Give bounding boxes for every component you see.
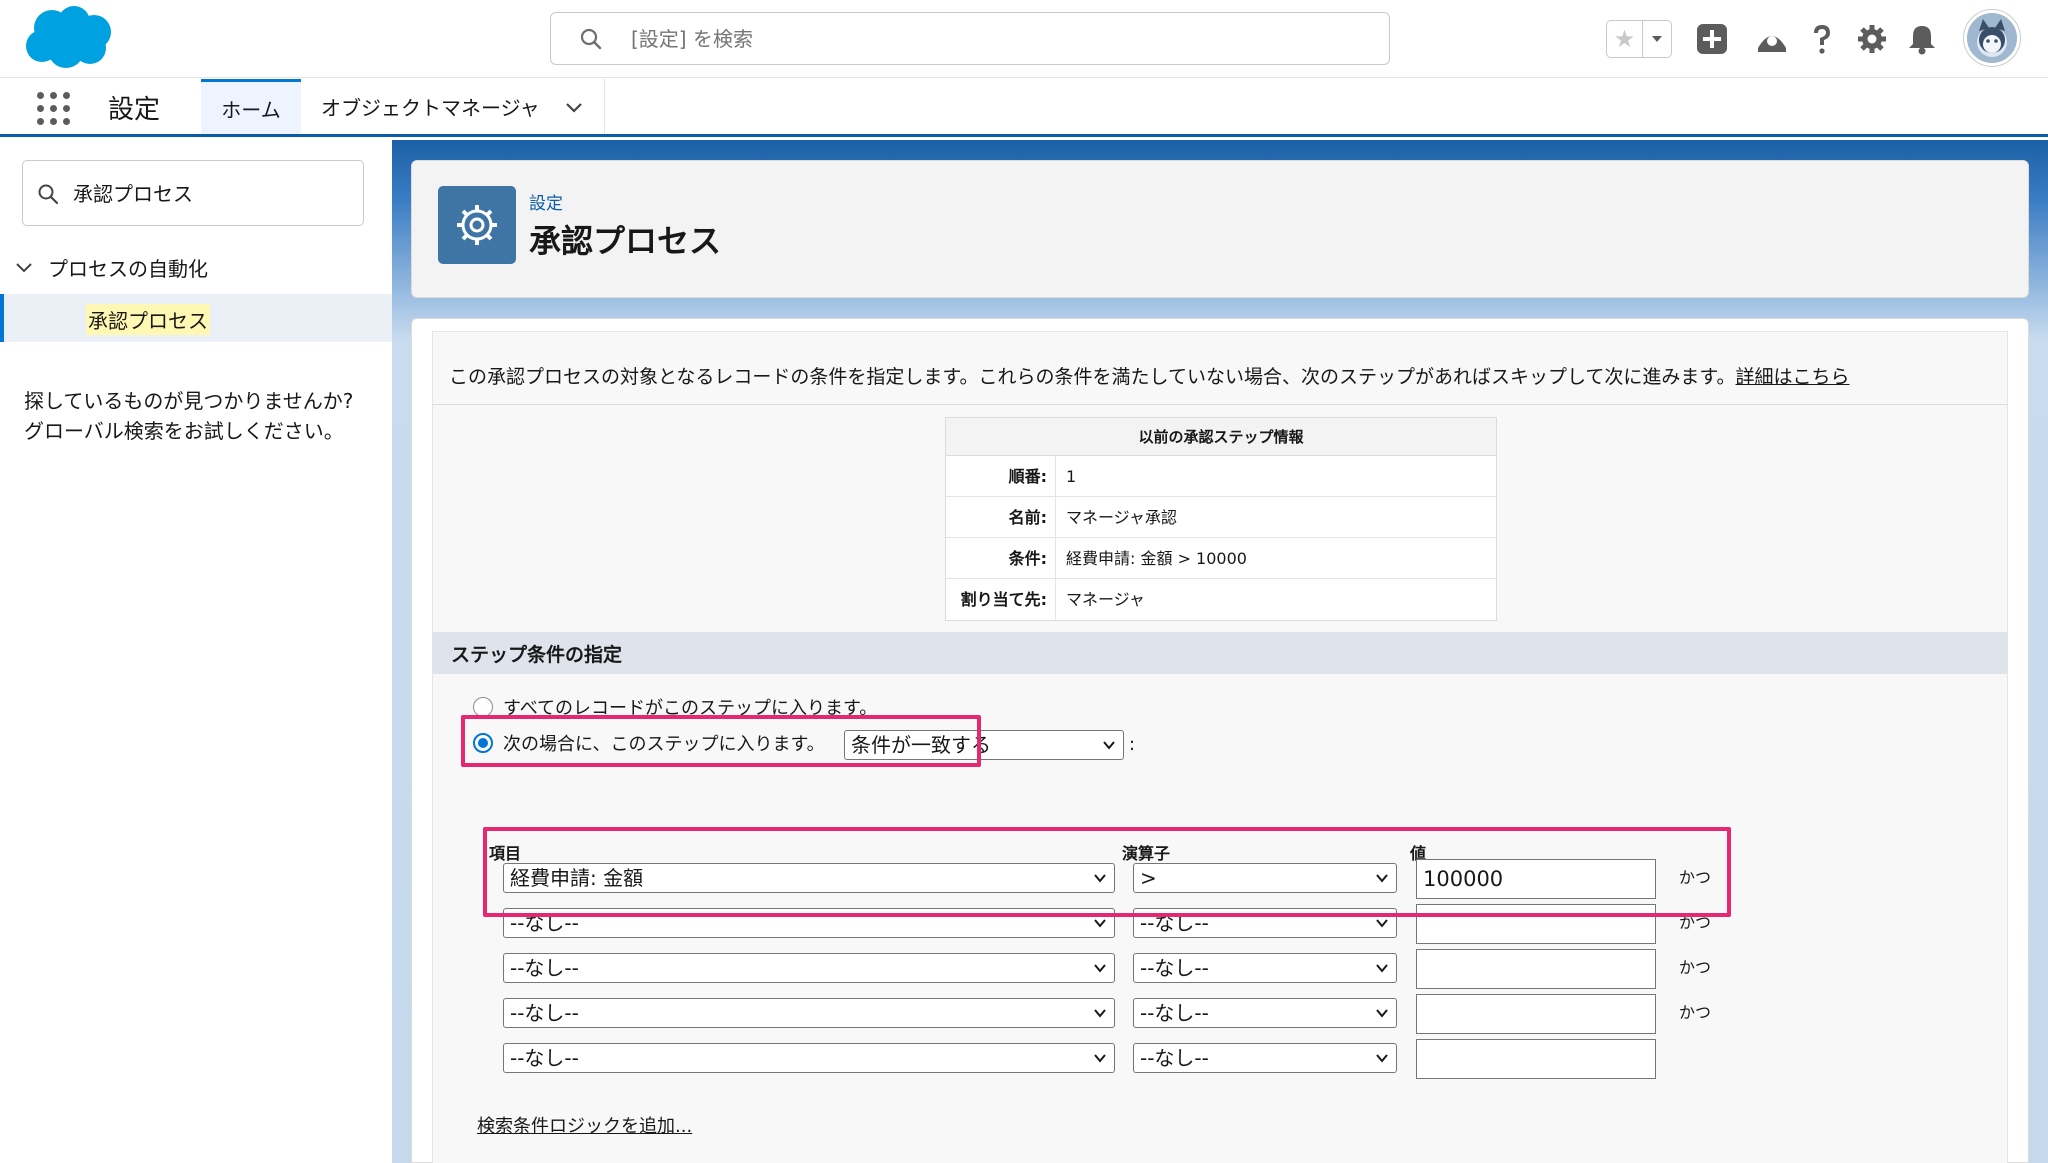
help-line-2: グローバル検索をお試しください。 xyxy=(24,419,344,443)
global-header: ★ xyxy=(0,0,2048,78)
table-row: 名前: マネージャ承認 xyxy=(946,497,1496,538)
row-label: 条件: xyxy=(946,538,1056,578)
content-panel: この承認プロセスの対象となるレコードの条件を指定します。これらの条件を満たしてい… xyxy=(411,318,2029,1163)
details-link[interactable]: 詳細はこちら xyxy=(1736,366,1850,388)
row-value: 1 xyxy=(1066,467,1077,486)
chevron-down-icon xyxy=(1103,741,1115,750)
quick-find[interactable] xyxy=(22,160,364,226)
help-line-1: 探しているものが見つかりませんか? xyxy=(24,389,354,413)
select-value: --なし-- xyxy=(510,956,579,980)
criteria-value-input[interactable] xyxy=(1416,994,1656,1034)
sidebar-help-text: 探しているものが見つかりませんか? グローバル検索をお試しください。 xyxy=(24,386,374,446)
plus-icon xyxy=(1697,24,1727,54)
criteria-field-select[interactable]: --なし-- xyxy=(503,953,1115,983)
favorites-group: ★ xyxy=(1606,20,1672,58)
chevron-down-icon xyxy=(1094,919,1106,928)
trailhead-button[interactable] xyxy=(1754,21,1790,57)
notifications-button[interactable] xyxy=(1904,21,1940,57)
star-icon[interactable]: ★ xyxy=(1607,21,1643,57)
add-filter-logic-link[interactable]: 検索条件ロジックを追加... xyxy=(477,1112,692,1138)
global-search-input[interactable] xyxy=(631,21,1331,57)
criteria-field-select[interactable]: --なし-- xyxy=(503,1043,1115,1073)
setup-gear-icon xyxy=(438,186,516,264)
tree-group-label: プロセスの自動化 xyxy=(48,256,208,281)
setup-button[interactable] xyxy=(1854,21,1890,57)
breadcrumb[interactable]: 設定 xyxy=(529,189,563,214)
sidebar-item-approval-processes[interactable]: 承認プロセス xyxy=(0,294,392,342)
criteria-value-input[interactable] xyxy=(1416,949,1656,989)
table-row: 割り当て先: マネージャ xyxy=(946,579,1496,620)
previous-step-title: 以前の承認ステップ情報 xyxy=(946,418,1496,456)
avatar-icon xyxy=(1977,19,2007,57)
tree-group-process-automation[interactable]: プロセスの自動化 xyxy=(14,252,208,282)
app-launcher-icon[interactable] xyxy=(36,91,72,127)
bell-icon xyxy=(1909,26,1935,55)
chevron-down-icon xyxy=(1376,1054,1388,1063)
highlight-box-criteria xyxy=(483,827,1731,917)
condition-colon: : xyxy=(1129,734,1136,755)
section-header: ステップ条件の指定 xyxy=(433,632,2007,674)
trailhead-icon xyxy=(1758,36,1786,52)
gear-icon xyxy=(1858,25,1886,53)
radio-button[interactable] xyxy=(473,697,493,717)
divider xyxy=(433,404,2007,405)
tab-home[interactable]: ホーム xyxy=(201,79,301,134)
chevron-down-icon xyxy=(1094,1009,1106,1018)
row-value: マネージャ xyxy=(1066,590,1145,609)
chevron-down-icon xyxy=(1376,1009,1388,1018)
description-text: この承認プロセスの対象となるレコードの条件を指定します。これらの条件を満たしてい… xyxy=(449,366,1736,388)
app-nav-bar: 設定 ホーム オブジェクトマネージャ xyxy=(0,79,2048,137)
table-row: 条件: 経費申請: 金額 > 10000 xyxy=(946,538,1496,579)
chevron-down-icon xyxy=(1094,964,1106,973)
row-label: 割り当て先: xyxy=(946,579,1056,620)
criteria-operator-select[interactable]: --なし-- xyxy=(1133,998,1397,1028)
criteria-operator-select[interactable]: --なし-- xyxy=(1133,953,1397,983)
select-value: --なし-- xyxy=(1140,956,1209,980)
help-button[interactable] xyxy=(1804,21,1840,57)
chevron-down-icon xyxy=(1094,1054,1106,1063)
setup-sidebar: プロセスの自動化 承認プロセス 探しているものが見つかりませんか? グローバル検… xyxy=(0,140,392,1163)
criteria-value-input[interactable] xyxy=(1416,1039,1656,1079)
select-value: --なし-- xyxy=(510,1046,579,1070)
avatar[interactable] xyxy=(1964,10,2020,66)
section-title: ステップ条件の指定 xyxy=(451,644,623,666)
chevron-down-icon xyxy=(16,263,32,273)
salesforce-logo[interactable] xyxy=(22,4,118,74)
highlight-box-condition xyxy=(461,715,981,767)
criteria-operator-select[interactable]: --なし-- xyxy=(1133,1043,1397,1073)
global-search[interactable] xyxy=(550,12,1390,65)
quick-find-input[interactable] xyxy=(73,175,353,209)
select-value: --なし-- xyxy=(510,1001,579,1025)
app-name: 設定 xyxy=(108,95,161,125)
criteria-field-select[interactable]: --なし-- xyxy=(503,998,1115,1028)
tab-object-manager[interactable]: オブジェクトマネージャ xyxy=(301,79,605,134)
previous-step-info: 以前の承認ステップ情報 順番: 1 名前: マネージャ承認 条件: 経費申請: 金額 … xyxy=(945,417,1497,621)
global-actions-button[interactable] xyxy=(1694,21,1730,57)
row-label: 順番: xyxy=(946,456,1056,496)
favorites-dropdown[interactable] xyxy=(1643,21,1671,57)
conjunction-label: かつ xyxy=(1679,958,1712,977)
select-value: --なし-- xyxy=(1140,1001,1209,1025)
conjunction-label: かつ xyxy=(1679,1003,1712,1022)
chevron-down-icon xyxy=(1376,964,1388,973)
chevron-down-icon xyxy=(1376,919,1388,928)
chevron-down-icon xyxy=(1652,36,1662,42)
row-value: 経費申請: 金額 > 10000 xyxy=(1066,549,1247,568)
page-title: 承認プロセス xyxy=(529,222,722,260)
tab-object-manager-label: オブジェクトマネージャ xyxy=(321,96,540,120)
table-row: 順番: 1 xyxy=(946,456,1496,497)
search-icon xyxy=(38,184,59,205)
chevron-down-icon[interactable] xyxy=(564,97,584,117)
search-icon xyxy=(580,28,602,50)
help-icon xyxy=(1814,25,1830,54)
sidebar-item-label: 承認プロセス xyxy=(86,304,210,335)
select-value: --なし-- xyxy=(1140,1046,1209,1070)
row-value: マネージャ承認 xyxy=(1066,508,1177,527)
step-criteria-form: この承認プロセスの対象となるレコードの条件を指定します。これらの条件を満たしてい… xyxy=(432,331,2008,1163)
description: この承認プロセスの対象となるレコードの条件を指定します。これらの条件を満たしてい… xyxy=(449,362,1850,389)
page-header: 設定 承認プロセス xyxy=(411,160,2029,298)
row-label: 名前: xyxy=(946,497,1056,537)
